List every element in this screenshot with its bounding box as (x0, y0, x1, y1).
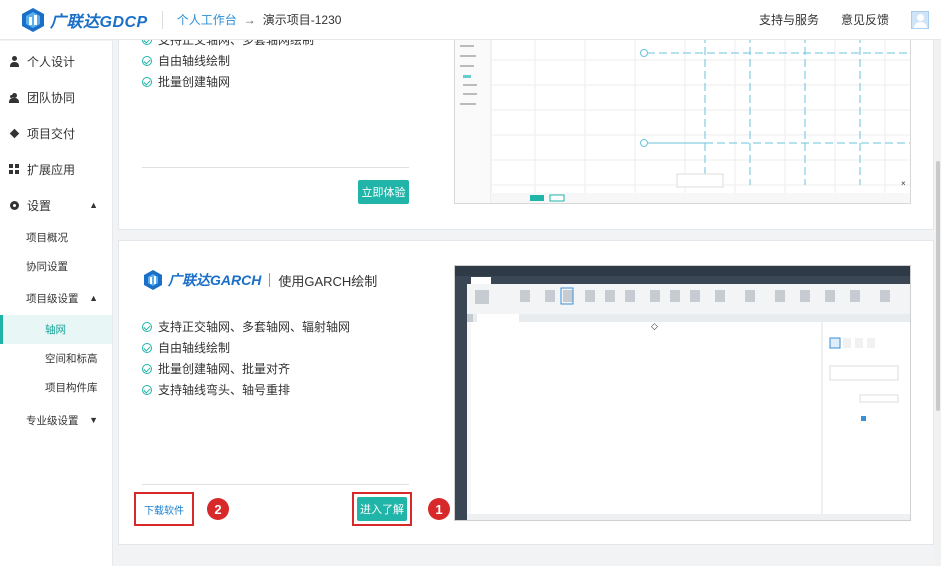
axis-grid-preview-image: × (455, 35, 910, 203)
gdcp-logo[interactable]: 广联达GDCP (20, 7, 148, 33)
top-header: 广联达GDCP 个人工作台 → 演示项目-1230 支持与服务 意见反馈 (0, 0, 941, 40)
sidebar-item-extensions[interactable]: 扩展应用 (0, 151, 112, 187)
garch-app-preview: ◇ (454, 265, 911, 521)
sidebar-item-label: 项目级设置 (26, 292, 79, 305)
sidebar-item-label: 专业级设置 (26, 414, 79, 427)
garch-logo-icon (144, 270, 162, 290)
enter-learn-button[interactable]: 进入了解 (357, 497, 407, 521)
sidebar-item-label: 轴网 (45, 324, 66, 336)
gdcp-logo-icon (22, 7, 44, 32)
person-icon (9, 55, 20, 67)
breadcrumb-project: 演示项目-1230 (262, 13, 342, 27)
sidebar-item-team[interactable]: 团队协同 (0, 79, 112, 115)
sidebar-item-label: 个人设计 (27, 54, 76, 69)
avatar[interactable] (911, 10, 929, 29)
scrollbar-thumb[interactable] (936, 161, 940, 411)
garch-subtitle: 使用GARCH绘制 (278, 273, 378, 289)
list-item: 批量创建轴网、批量对齐 (142, 358, 350, 379)
feature-text: 支持正交轴网、多套轴网、辐射轴网 (158, 320, 351, 334)
feature-text: 批量创建轴网 (158, 75, 231, 89)
svg-text:×: × (901, 179, 906, 188)
header-actions: 支持与服务 意见反馈 (759, 10, 929, 29)
breadcrumb-workspace[interactable]: 个人工作台 (177, 11, 237, 28)
list-item: 批量创建轴网 (142, 71, 314, 92)
chevron-up-icon: ▲ (89, 200, 98, 210)
heading-separator (269, 273, 271, 287)
check-circle-icon (142, 76, 152, 87)
svg-text:◇: ◇ (651, 321, 658, 331)
sidebar-item-delivery[interactable]: 项目交付 (0, 115, 112, 151)
sidebar-item-project-overview[interactable]: 项目概况 (0, 223, 112, 252)
support-link[interactable]: 支持与服务 (759, 11, 819, 28)
sidebar-item-personal-design[interactable]: 个人设计 (0, 43, 112, 79)
chevron-down-icon: ▼ (89, 415, 98, 425)
team-icon (9, 92, 20, 103)
page-scrollbar[interactable] (935, 41, 941, 566)
garch-brand: 广联达GARCH (168, 272, 262, 288)
sidebar-item-label: 协同设置 (26, 261, 68, 273)
check-circle-icon (142, 363, 152, 374)
check-circle-icon (142, 342, 152, 353)
axis-grid-preview: × (454, 34, 911, 204)
sidebar-item-label: 团队协同 (27, 90, 76, 105)
sidebar-item-space-level[interactable]: 空间和标高 (0, 344, 112, 373)
card-native-axis: 支持正交轴网、多套轴网绘制 自由轴线绘制 批量创建轴网 立即体验 × (118, 33, 934, 230)
avatar-body (914, 21, 927, 28)
feature-text: 支持轴线弯头、轴号重排 (158, 383, 291, 397)
avatar-head (917, 13, 924, 21)
sidebar-item-label: 项目概况 (26, 232, 68, 244)
sidebar: 个人设计 团队协同 项目交付 扩展应用 设置 ▲ 项目概况 协同设置 项目级设置… (0, 41, 113, 566)
list-item: 支持轴线弯头、轴号重排 (142, 379, 350, 400)
sidebar-item-label: 项目构件库 (45, 382, 98, 394)
list-item: 自由轴线绘制 (142, 50, 314, 71)
card-garch: 广联达GARCH 使用GARCH绘制 支持正交轴网、多套轴网、辐射轴网 自由轴线… (118, 240, 934, 545)
sidebar-item-settings[interactable]: 设置 ▲ (0, 187, 112, 223)
step-badge-2: 2 (207, 498, 229, 520)
sidebar-item-label: 项目交付 (27, 126, 76, 141)
sidebar-item-label: 空间和标高 (45, 353, 98, 365)
sidebar-item-label: 设置 (27, 198, 52, 213)
breadcrumb: 个人工作台 → 演示项目-1230 (161, 10, 342, 29)
check-circle-icon (142, 321, 152, 332)
chevron-up-icon: ▲ (89, 293, 98, 303)
sidebar-item-component-lib[interactable]: 项目构件库 (0, 373, 112, 402)
sidebar-item-label: 扩展应用 (27, 162, 76, 177)
feature-text: 批量创建轴网、批量对齐 (158, 362, 291, 376)
garch-app-preview-image: ◇ (455, 266, 910, 520)
download-software-button[interactable]: 下载软件 (138, 497, 190, 521)
garch-heading: 广联达GARCH 使用GARCH绘制 (142, 269, 377, 291)
breadcrumb-arrow: → (243, 12, 256, 27)
feature-text: 自由轴线绘制 (158, 341, 231, 355)
sidebar-item-professional[interactable]: 专业级设置 ▼ (0, 402, 112, 438)
brand-name: 广联达GDCP (50, 13, 148, 31)
divider (142, 167, 409, 168)
layers-icon (9, 128, 20, 139)
check-circle-icon (142, 55, 152, 66)
sidebar-item-axis-grid[interactable]: 轴网 (0, 315, 112, 344)
sidebar-item-collab-settings[interactable]: 协同设置 (0, 252, 112, 281)
step-badge-1: 1 (428, 498, 450, 520)
list-item: 自由轴线绘制 (142, 337, 350, 358)
try-now-button[interactable]: 立即体验 (358, 180, 409, 204)
divider (142, 484, 409, 485)
sidebar-item-project-level[interactable]: 项目级设置 ▲ (0, 281, 112, 315)
grid-icon (9, 163, 20, 175)
gear-icon (9, 200, 20, 211)
feature-text: 自由轴线绘制 (158, 54, 231, 68)
feedback-link[interactable]: 意见反馈 (841, 11, 889, 28)
feature-list: 支持正交轴网、多套轴网、辐射轴网 自由轴线绘制 批量创建轴网、批量对齐 支持轴线… (142, 316, 350, 400)
check-circle-icon (142, 384, 152, 395)
list-item: 支持正交轴网、多套轴网、辐射轴网 (142, 316, 350, 337)
